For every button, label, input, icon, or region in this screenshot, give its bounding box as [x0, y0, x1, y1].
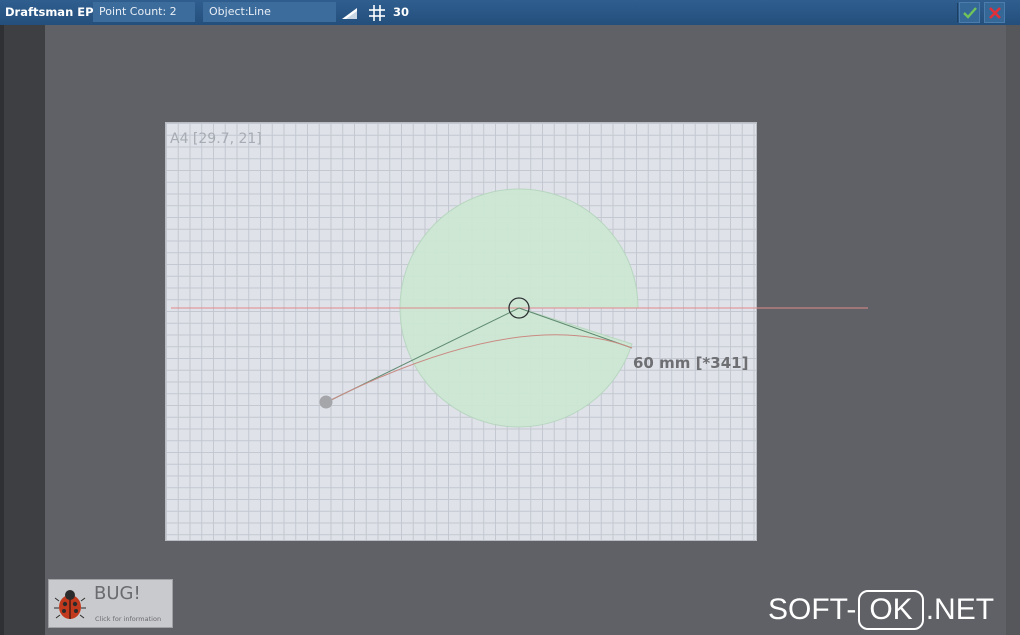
bug-title: BUG! [94, 583, 141, 604]
watermark: SOFT- OK .NET [768, 590, 994, 630]
ladybug-icon [54, 590, 86, 619]
bug-subtitle: Click for information [95, 615, 162, 623]
start-point-handle [319, 395, 333, 409]
watermark-boxed: OK [858, 590, 924, 630]
watermark-right: .NET [925, 593, 995, 626]
watermark-left: SOFT- [768, 593, 857, 626]
bug-report-panel[interactable]: BUG! Click for information [48, 579, 173, 628]
drawing-overlay [171, 188, 868, 428]
measurement-label: 60 mm [*341] [633, 354, 749, 372]
